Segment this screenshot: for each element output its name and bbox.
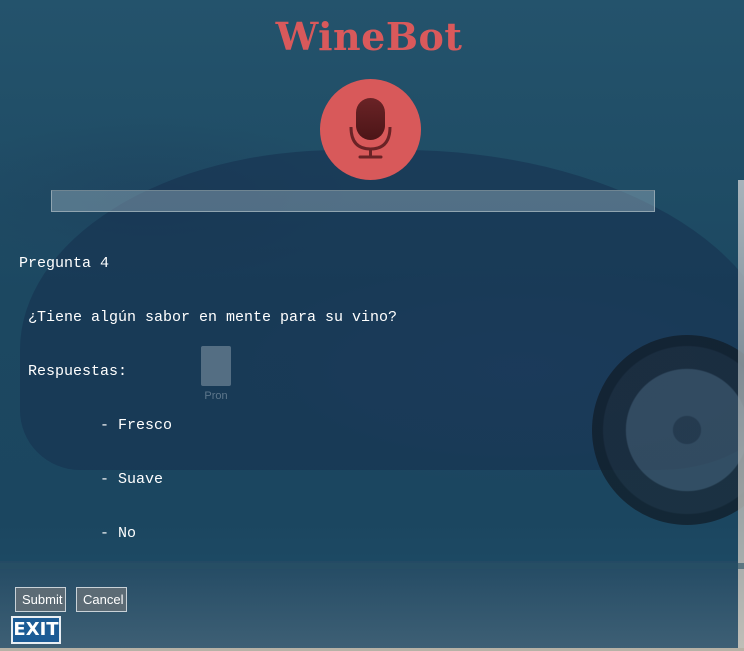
question-text: ¿Tiene algún sabor en mente para su vino… <box>19 309 398 326</box>
microphone-button[interactable] <box>320 79 421 180</box>
winebot-window: WineBot Pregunta 4 ¿Tiene algún sabor en… <box>0 0 744 648</box>
exit-button[interactable]: EXIT <box>11 616 61 644</box>
window-edge <box>738 180 744 650</box>
file-icon <box>201 346 231 386</box>
cancel-button[interactable]: Cancel <box>76 587 127 612</box>
divider <box>0 563 744 569</box>
answer-option: - No <box>19 525 137 542</box>
microphone-icon <box>349 98 392 159</box>
question-header: Pregunta 4 <box>19 255 110 272</box>
answer-option: - Suave <box>19 471 164 488</box>
desktop-file-label: Pron <box>204 390 228 402</box>
answer-option: - Fresco <box>19 417 173 434</box>
speech-progress-bar <box>51 190 655 212</box>
app-title: WineBot <box>275 14 463 59</box>
submit-button[interactable]: Submit <box>15 587 66 612</box>
desktop-file-icon: Pron <box>197 346 235 402</box>
